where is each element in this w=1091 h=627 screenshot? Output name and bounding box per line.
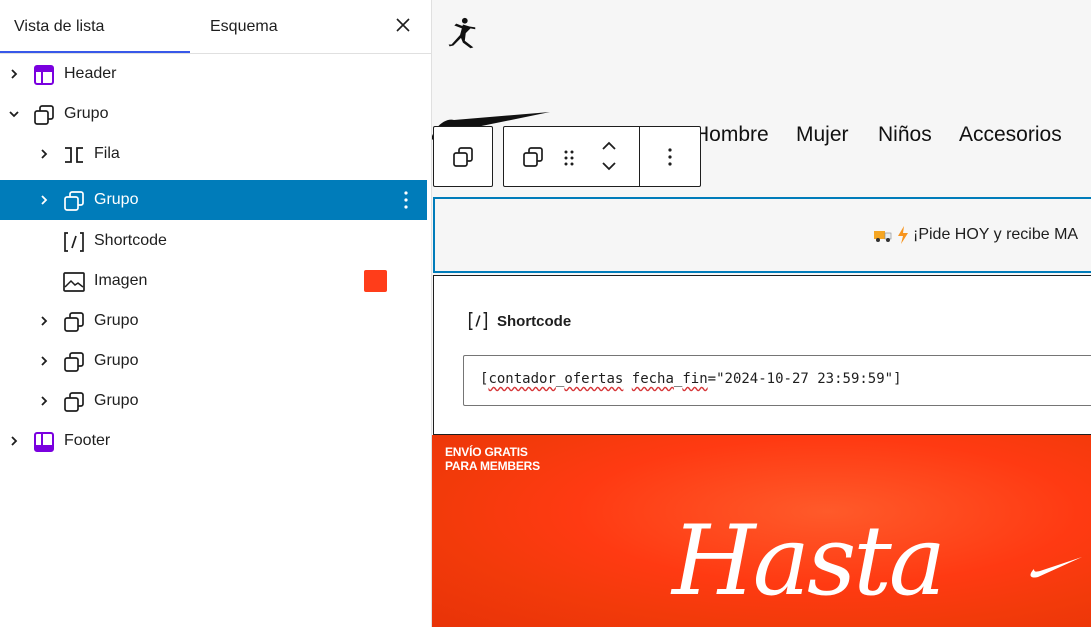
- shortcode-icon: [62, 230, 86, 254]
- move-down-button[interactable]: [598, 157, 620, 175]
- nav-link-mujer[interactable]: Mujer: [796, 123, 849, 147]
- truck-icon: [874, 231, 892, 242]
- tab-list-view[interactable]: Vista de lista: [14, 0, 104, 54]
- drag-handle-icon[interactable]: [560, 147, 578, 169]
- parent-block-selector[interactable]: [433, 126, 493, 187]
- hero-tagline-line: PARA MEMBERS: [445, 459, 540, 473]
- shortcode-label-text: Shortcode: [497, 312, 572, 330]
- image-icon: [62, 270, 86, 294]
- template-part-footer-icon: [32, 430, 56, 454]
- announcement-text: ¡Pide HOY y recibe MA: [873, 226, 1078, 244]
- group-icon: [62, 350, 86, 374]
- editor-canvas: Hombre Mujer Niños Accesorios ¡Pide HOY: [432, 0, 1091, 627]
- block-tree-rows: Shortcode Imagen Grupo Grupo Grupo Foote…: [0, 55, 432, 627]
- nav-link-accesorios[interactable]: Accesorios: [959, 123, 1062, 147]
- image-thumbnail-swatch: [364, 270, 387, 292]
- close-icon: [396, 18, 410, 32]
- nav-link-ninos[interactable]: Niños: [878, 123, 932, 147]
- tree-item-label: Grupo: [94, 352, 139, 369]
- shortcode-text: contador: [488, 371, 556, 387]
- active-tab-indicator: [0, 51, 190, 53]
- tree-item-group[interactable]: Grupo: [0, 301, 427, 341]
- chevron-right-icon[interactable]: [36, 313, 52, 329]
- block-toolbar: [503, 126, 701, 187]
- hero-image[interactable]: ENVÍO GRATIS PARA MEMBERS Hasta: [432, 435, 1091, 627]
- tree-item-label: Imagen: [94, 272, 148, 289]
- tree-item-image[interactable]: Imagen: [0, 261, 427, 301]
- shortcode-block[interactable]: Shortcode [contador_ofertas fecha_fin="2…: [433, 275, 1091, 435]
- block-type-button[interactable]: [521, 145, 545, 169]
- tree-item-group[interactable]: Grupo: [0, 341, 427, 381]
- tab-outline[interactable]: Esquema: [210, 0, 278, 54]
- nav-link-hombre[interactable]: Hombre: [694, 123, 769, 147]
- group-icon: [62, 390, 86, 414]
- announcement-label: ¡Pide HOY y recibe MA: [913, 226, 1079, 243]
- tree-item-label: Shortcode: [94, 232, 167, 249]
- selected-group-block[interactable]: ¡Pide HOY y recibe MA: [433, 197, 1091, 273]
- chevron-right-icon[interactable]: [6, 433, 22, 449]
- shortcode-input[interactable]: [contador_ofertas fecha_fin="2024-10-27 …: [463, 355, 1091, 406]
- close-button[interactable]: [390, 12, 416, 38]
- shortcode-text: fin: [682, 371, 708, 387]
- hero-tagline: ENVÍO GRATIS PARA MEMBERS: [445, 445, 540, 473]
- chevron-right-icon[interactable]: [36, 353, 52, 369]
- shortcode-icon: [468, 311, 488, 331]
- tree-item-label: Grupo: [94, 312, 139, 329]
- hero-headline: Hasta: [672, 505, 946, 617]
- hero-tagline-line: ENVÍO GRATIS: [445, 445, 528, 459]
- tree-item-shortcode[interactable]: Shortcode: [0, 221, 427, 261]
- chevron-right-icon[interactable]: [36, 393, 52, 409]
- nike-swoosh-icon: [1030, 557, 1082, 578]
- shortcode-block-label: Shortcode: [467, 310, 571, 332]
- lightning-icon: [898, 226, 908, 244]
- move-up-button[interactable]: [598, 137, 620, 155]
- tree-item-footer[interactable]: Footer: [0, 421, 427, 461]
- group-icon: [62, 310, 86, 334]
- tree-item-label: Footer: [64, 432, 111, 449]
- shortcode-text: fecha: [631, 371, 674, 387]
- tree-item-group[interactable]: Grupo: [0, 381, 427, 421]
- shortcode-text: ofertas: [564, 371, 624, 387]
- shortcode-text: ="2024-10-27 23:59:59"]: [707, 371, 902, 387]
- group-icon[interactable]: [451, 145, 475, 169]
- jumpman-logo-icon[interactable]: [442, 16, 480, 54]
- panel-tabs: Vista de lista Esquema: [0, 0, 431, 54]
- shortcode-text: [623, 371, 631, 387]
- toolbar-divider: [639, 127, 640, 186]
- tree-item-label: Grupo: [94, 392, 139, 409]
- options-menu-icon[interactable]: [660, 145, 680, 169]
